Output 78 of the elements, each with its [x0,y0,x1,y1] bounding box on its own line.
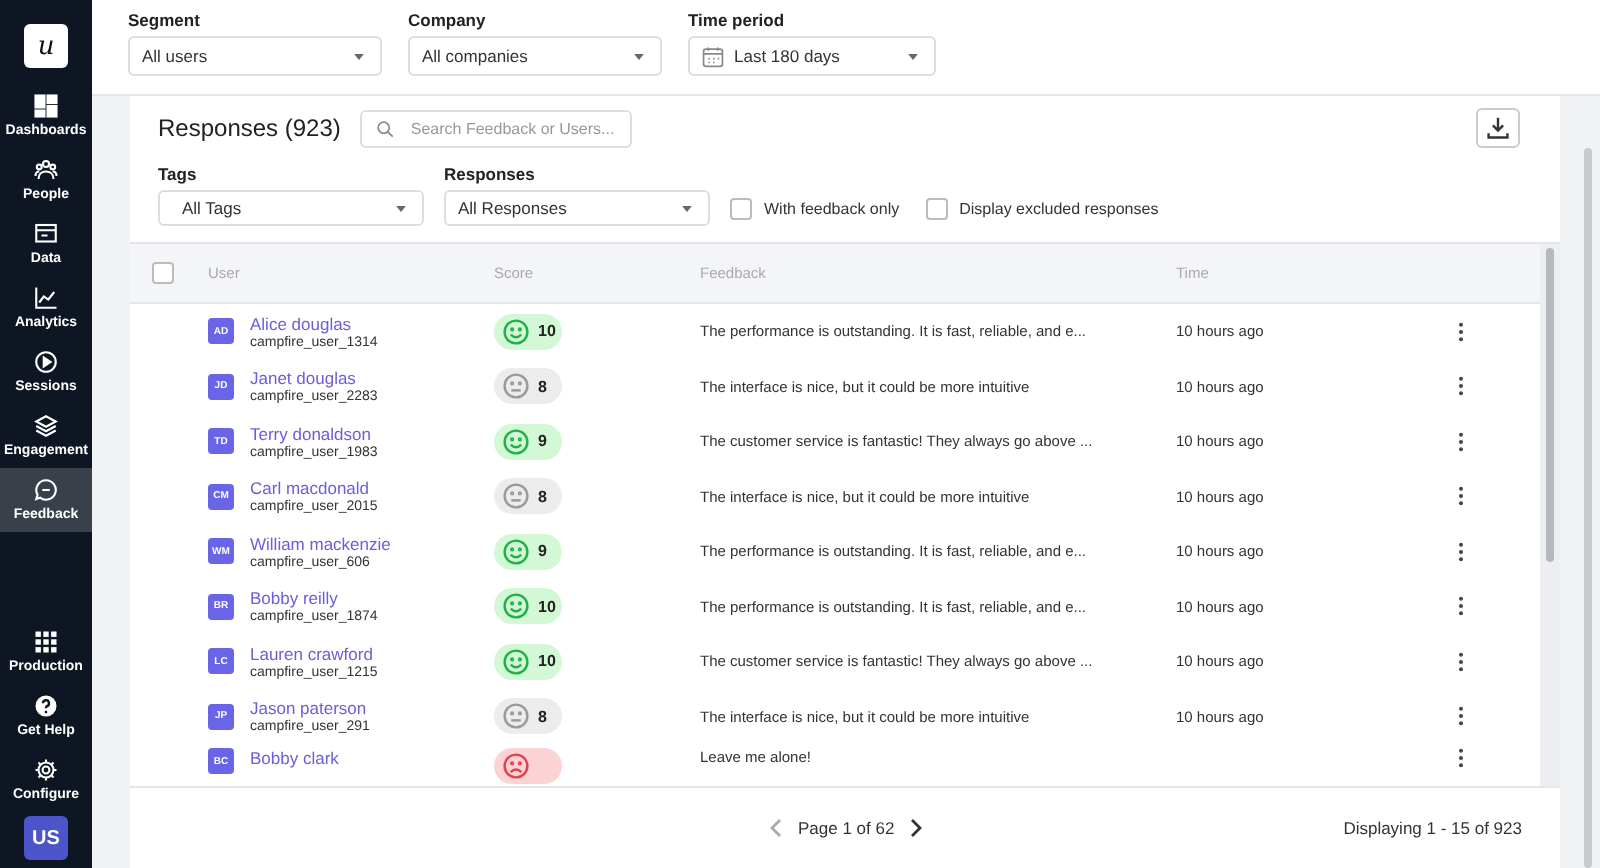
neutral-face-icon [502,372,530,401]
more-options-icon[interactable] [1458,431,1464,452]
smiley-icon [502,317,530,346]
neutral-face-icon [502,482,530,511]
score-badge: 10 [494,313,562,350]
user-name-link[interactable]: Bobby clark [250,748,339,768]
help-icon [34,694,58,718]
more-options-icon[interactable] [1458,706,1464,727]
smiley-icon [502,427,530,456]
filter-dropdown[interactable]: All companies [408,36,662,76]
download-button[interactable] [1476,108,1520,148]
settings-icon [34,758,58,782]
dashboard-icon [34,94,58,118]
scrollbar-thumb[interactable] [1546,248,1554,562]
displaying-count: Displaying 1 - 15 of 923 [1343,818,1522,838]
score-badge: 10 [494,643,562,680]
people-icon [34,158,58,182]
responses-dropdown[interactable]: All Responses [444,190,710,226]
user-name-link[interactable]: Lauren crawford [250,643,378,664]
grid-icon [34,630,58,654]
more-options-icon[interactable] [1458,596,1464,617]
layers-icon [34,414,58,438]
checkbox[interactable] [925,197,948,219]
filter-label: Company [408,10,488,30]
score-badge: 9 [494,533,562,570]
caret-icon [634,53,644,59]
user-name-link[interactable]: Jason paterson [250,698,370,719]
more-options-icon[interactable] [1458,321,1464,342]
user-name-link[interactable]: Terry donaldson [250,423,378,444]
tags-dropdown[interactable]: All Tags [158,190,424,226]
caret-icon [396,205,406,211]
score-badge: 8 [494,478,562,515]
data-icon [34,222,58,246]
page-scrollbar-thumb[interactable] [1584,148,1592,868]
caret-icon [354,53,364,59]
filter-label: Time period [688,10,787,30]
filter-label: Segment [128,10,202,30]
more-options-icon[interactable] [1458,486,1464,507]
logo: u [24,24,68,68]
score-badge: 8 [494,368,562,405]
user-avatar[interactable]: US [24,816,68,860]
smiley-icon [502,537,530,566]
next-page-icon[interactable] [910,818,923,838]
smiley-icon [502,647,530,676]
user-name-link[interactable]: Carl macdonald [250,478,378,499]
more-options-icon[interactable] [1458,651,1464,672]
chat-icon [34,478,58,502]
user-name-link[interactable]: William mackenzie [250,533,391,554]
score-badge: 8 [494,698,562,735]
sad-face-icon [502,752,530,780]
user-name-link[interactable]: Alice douglas [250,313,378,334]
search-icon [376,119,395,137]
chart-icon [34,286,58,310]
user-name-link[interactable]: Janet douglas [250,368,378,389]
smiley-icon [502,592,530,621]
calendar-icon [702,45,724,67]
more-options-icon[interactable] [1458,376,1464,397]
play-icon [34,350,58,374]
caret-icon [908,53,918,59]
checkbox[interactable] [730,197,752,219]
user-name-link[interactable]: Bobby reilly [250,588,378,609]
more-options-icon[interactable] [1458,541,1464,562]
checkbox-label: Display excluded responses [959,199,1159,217]
filter-dropdown[interactable]: Last 180 days [688,36,936,76]
search-field[interactable]: Search Feedback or Users... [360,109,633,147]
filter-label: Responses [444,164,537,184]
download-icon [1486,116,1510,140]
score-badge: 10 [494,588,562,625]
page-indicator: Page 1 of 62 [798,818,895,838]
panel-title: Responses (923) [158,114,341,142]
more-options-icon[interactable] [1458,748,1464,768]
filter-label: Tags [158,164,199,184]
filter-dropdown[interactable]: All users [128,36,382,76]
score-badge: 9 [494,423,562,460]
select-all-checkbox[interactable] [152,262,174,284]
caret-icon [682,205,692,211]
neutral-face-icon [502,702,530,731]
checkbox-label: With feedback only [764,199,900,217]
